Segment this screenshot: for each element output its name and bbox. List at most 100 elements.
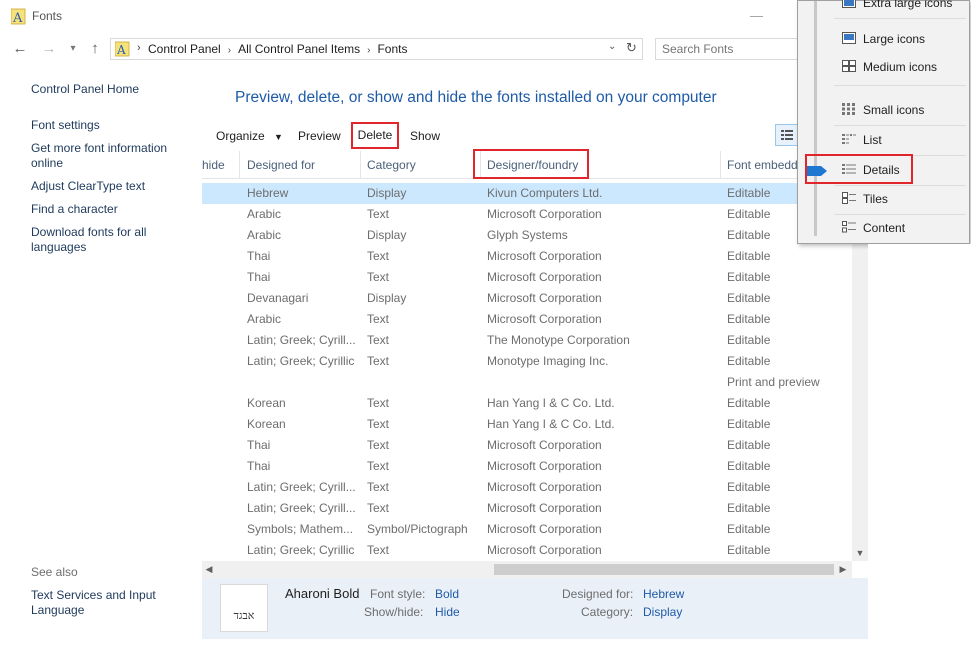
menu-divider [834,18,966,19]
cell-category: Text [367,354,390,368]
column-font-embedding[interactable]: Font embedd [727,158,798,172]
cell-designed-for: Latin; Greek; Cyrill... [247,333,356,347]
text-services-link[interactable]: Text Services and Input Language [31,588,161,618]
cell-font-embedding: Editable [727,291,771,305]
cell-designed-for: Thai [247,249,271,263]
category-label: Category: [581,605,634,619]
chevron-right-icon: › [367,45,371,56]
table-row[interactable]: Korean Text Han Yang I & C Co. Ltd. Editabl… [202,393,850,414]
table-row[interactable]: Hebrew Display Kivun Computers Ltd. Editabl… [202,183,850,204]
address-bar[interactable]: A › Control Panel › All Control Panel Item… [110,38,643,60]
cell-designed-for: Hebrew [247,186,289,200]
column-category[interactable]: Category [367,158,416,172]
cell-font-embedding: Editable [727,270,771,284]
fonts-folder-icon: A [115,41,130,57]
organize-button[interactable]: Organize ▼ [216,129,283,143]
cell-category: Display [367,228,407,242]
cell-designed-for: Thai [247,459,271,473]
cell-category: Text [367,312,390,326]
chevron-down-icon[interactable]: ⌄ [608,41,622,52]
table-row[interactable]: Latin; Greek; Cyrillic Text Monotype Imagi… [202,351,850,372]
menu-item-medium-icons[interactable]: Medium icons [834,56,966,78]
cell-font-embedding: Editable [727,480,771,494]
scroll-right-icon[interactable]: ▶ [836,561,850,578]
menu-item-small-icons[interactable]: Small icons [834,99,966,121]
breadcrumb: Control Panel › All Control Panel Items › Fo… [148,42,407,56]
tiles-view-icon [842,192,856,204]
table-row[interactable]: Arabic Text Microsoft Corporation Editable [202,309,850,330]
cell-designed-for: Latin; Greek; Cyrill... [247,501,356,515]
menu-item-label: List [863,133,882,147]
window-title: Fonts [32,9,63,23]
view-slider-track[interactable] [814,1,817,236]
cell-font-embedding: Editable [727,501,771,515]
menu-item-content[interactable]: Content [834,217,966,239]
font-settings-link[interactable]: Font settings [31,118,191,133]
forward-arrow-icon[interactable]: → [38,38,60,60]
column-divider[interactable] [720,151,721,178]
menu-item-tiles[interactable]: Tiles [834,188,966,210]
table-row[interactable]: Latin; Greek; Cyrill... Text Microsoft Cor… [202,477,850,498]
table-row[interactable]: Latin; Greek; Cyrillic Text Microsoft Corp… [202,540,850,561]
view-menu: Extra large icons Large icons Medium ico… [797,0,970,244]
preview-button[interactable]: Preview [298,129,341,143]
show-button[interactable]: Show [410,129,440,143]
cell-font-embedding: Editable [727,396,771,410]
cell-font-embedding: Editable [727,543,771,557]
column-designed-for[interactable]: Designed for [247,158,315,172]
cell-category: Text [367,480,390,494]
download-fonts-link[interactable]: Download fonts for all languages [31,225,161,255]
breadcrumb-all-items[interactable]: All Control Panel Items [238,42,360,56]
table-row[interactable]: Arabic Text Microsoft Corporation Editable [202,204,850,225]
back-arrow-icon[interactable]: ← [9,38,31,60]
font-preview-thumbnail[interactable]: אבגד [220,584,268,632]
adjust-cleartype-link[interactable]: Adjust ClearType text [31,179,191,194]
change-view-button[interactable] [775,124,799,146]
breadcrumb-control-panel[interactable]: Control Panel [148,42,221,56]
font-list: Hebrew Display Kivun Computers Ltd. Editabl… [202,183,850,561]
find-character-link[interactable]: Find a character [31,202,191,217]
delete-button[interactable]: Delete [351,122,399,149]
table-row[interactable]: Latin; Greek; Cyrill... Text Microsoft Cor… [202,498,850,519]
search-box[interactable] [655,38,808,60]
search-input[interactable] [656,39,808,59]
table-row[interactable]: Thai Text Microsoft Corporation Editable [202,267,850,288]
recent-chevron-icon[interactable]: ▾ [62,38,84,60]
horizontal-scroll-thumb[interactable] [494,564,834,575]
table-row[interactable]: Thai Text Microsoft Corporation Editable [202,435,850,456]
cell-designer-foundry: Microsoft Corporation [487,543,602,557]
cell-designer-foundry: Microsoft Corporation [487,459,602,473]
font-name: Aharoni Bold [285,586,360,601]
column-divider[interactable] [360,151,361,178]
menu-item-list[interactable]: List [834,129,966,151]
cell-designer-foundry: Han Yang I & C Co. Ltd. [487,417,615,431]
column-divider[interactable] [239,151,240,178]
table-row[interactable]: Devanagari Display Microsoft Corporation Ed… [202,288,850,309]
refresh-icon[interactable]: ↻ [626,40,640,56]
control-panel-home-link[interactable]: Control Panel Home [31,82,191,97]
cell-font-embedding: Editable [727,354,771,368]
get-more-font-info-link[interactable]: Get more font information online [31,141,181,171]
menu-item-extra-large-icons[interactable]: Extra large icons [834,0,966,14]
view-slider-thumb[interactable] [807,166,827,176]
table-row[interactable]: Print and preview [202,372,850,393]
table-row[interactable]: Korean Text Han Yang I & C Co. Ltd. Editabl… [202,414,850,435]
scroll-down-icon[interactable]: ▼ [852,545,868,561]
cell-designed-for: Arabic [247,228,282,242]
table-row[interactable]: Thai Text Microsoft Corporation Editable [202,246,850,267]
column-hide[interactable]: hide [202,158,225,172]
up-arrow-icon[interactable]: ↑ [84,38,106,60]
cell-font-embedding: Editable [727,459,771,473]
horizontal-scrollbar[interactable]: ◀ ▶ [202,561,852,578]
breadcrumb-fonts[interactable]: Fonts [377,42,407,56]
scroll-left-icon[interactable]: ◀ [202,561,216,578]
table-row[interactable]: Symbols; Mathem... Symbol/Pictograph Micro… [202,519,850,540]
cell-designer-foundry: Microsoft Corporation [487,207,602,221]
table-row[interactable]: Arabic Display Glyph Systems Editable [202,225,850,246]
table-row[interactable]: Thai Text Microsoft Corporation Editable [202,456,850,477]
font-style-label: Font style: [370,587,426,601]
table-row[interactable]: Latin; Greek; Cyrill... Text The Monotype … [202,330,850,351]
minimize-icon[interactable]: — [750,8,763,23]
menu-item-large-icons[interactable]: Large icons [834,28,966,50]
see-also-title: See also [31,565,78,579]
